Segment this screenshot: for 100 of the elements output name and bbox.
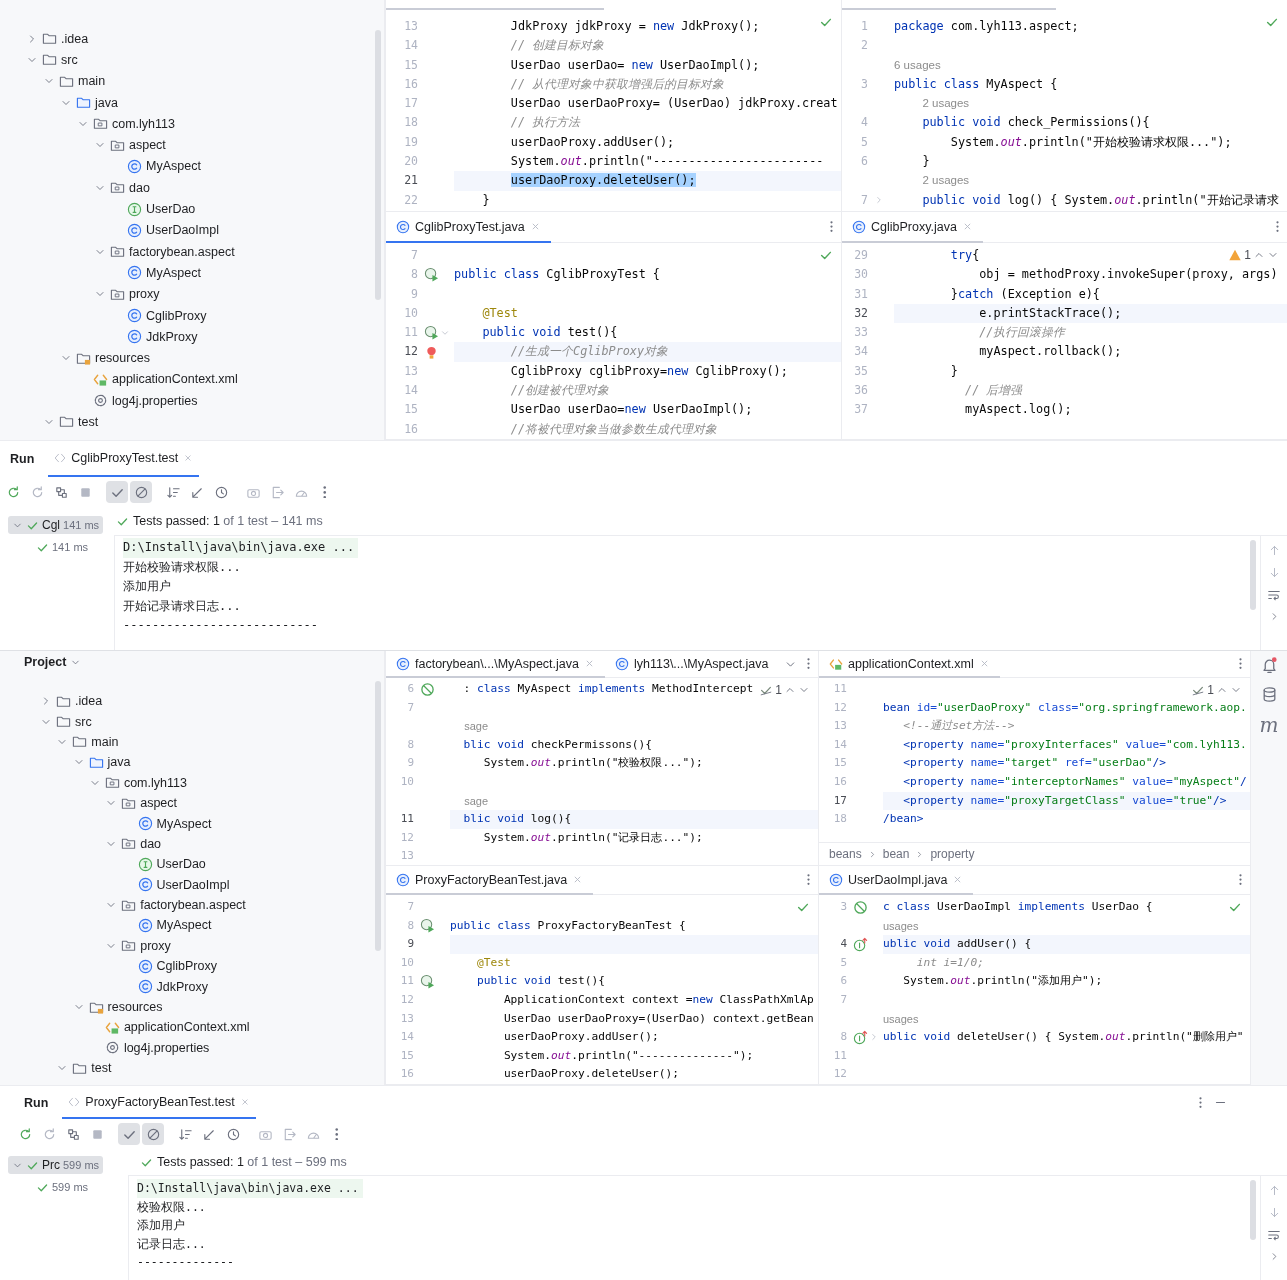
run-tab[interactable]: CglibProxyTest.test — [48, 441, 200, 477]
panel-title[interactable]: Run — [24, 1095, 49, 1110]
test-tree-item[interactable]: 599 ms — [32, 1178, 93, 1196]
tree-item[interactable]: dao — [105, 836, 162, 852]
tree-item[interactable]: UserDaoImpl — [121, 877, 230, 893]
tree-item[interactable]: main — [43, 73, 106, 89]
tool-window-button[interactable]: m — [1257, 713, 1281, 737]
tree-item[interactable]: src — [26, 52, 78, 68]
scrollbar[interactable] — [375, 681, 381, 951]
tree-item[interactable]: aspect — [94, 137, 166, 153]
tree-item[interactable]: factorybean.aspect — [94, 244, 235, 260]
tree-item[interactable]: java — [60, 95, 118, 111]
tree-item[interactable]: test — [56, 1060, 112, 1076]
usage-hint[interactable]: usages — [883, 916, 919, 936]
line-number: 15 — [403, 401, 419, 419]
problem-count[interactable]: 1 — [1207, 683, 1214, 697]
line-number: 7 — [406, 899, 415, 915]
line-number: 15 — [399, 1047, 415, 1064]
tree-item[interactable]: resources — [72, 999, 163, 1015]
usage-hint[interactable]: 6 usages — [894, 55, 941, 75]
line-number: 13 — [832, 718, 848, 735]
test-tree-item[interactable]: 141 ms — [32, 538, 93, 556]
breadcrumb-item[interactable]: bean — [882, 847, 910, 861]
line-number: 12 — [399, 991, 415, 1008]
tree-item[interactable]: UserDao — [111, 201, 196, 217]
tree-item[interactable]: test — [43, 414, 99, 430]
console-line: --------------------------- — [123, 617, 319, 634]
tree-item[interactable]: CglibProxy — [111, 308, 207, 323]
code-line: //将被代理对象当做参数生成代理对象 — [509, 420, 718, 438]
warning-icon — [1228, 248, 1243, 262]
tree-item[interactable]: java — [72, 754, 131, 770]
editor-tab[interactable]: lyh113\...\MyAspect.java — [604, 651, 779, 678]
tree-item[interactable]: UserDaoImpl — [111, 222, 219, 238]
code-line: public void test(){ — [475, 973, 605, 990]
console-line: 开始校验请求权限... — [123, 558, 241, 576]
usage-hint[interactable]: sage — [450, 717, 489, 736]
tree-item[interactable]: src — [40, 714, 92, 730]
tree-item[interactable]: applicationContext.xml — [77, 371, 238, 387]
scrollbar[interactable] — [1250, 1180, 1256, 1240]
breadcrumb-item[interactable]: property — [930, 847, 975, 861]
tree-item[interactable]: log4j.properties — [77, 393, 198, 409]
editor-tab[interactable]: applicationContext.xml — [819, 651, 1000, 678]
toolbar-button[interactable] — [106, 481, 128, 503]
code-line: c class UserDaoImpl implements UserDao { — [883, 899, 1153, 915]
code-line: //创建被代理对象 — [509, 382, 610, 400]
tree-item[interactable]: com.lyh113 — [77, 116, 175, 132]
tree-item[interactable]: main — [56, 734, 119, 750]
tree-item[interactable]: .idea — [40, 693, 103, 709]
tree-item[interactable]: proxy — [94, 286, 160, 302]
class-icon — [137, 877, 153, 893]
scrollbar[interactable] — [375, 30, 381, 300]
tree-item[interactable]: MyAspect — [121, 918, 212, 933]
usage-hint[interactable]: 2 usages — [894, 94, 970, 114]
tree-item[interactable]: MyAspect — [111, 265, 201, 281]
tree-item[interactable]: UserDao — [121, 856, 206, 872]
tree-item[interactable]: JdkProxy — [121, 979, 208, 995]
problem-count[interactable]: 1 — [1244, 248, 1251, 262]
line-number: 16 — [399, 1066, 415, 1083]
code-line: public void log() { System.out.println("开始记录请求 — [921, 191, 1279, 209]
tree-item[interactable]: MyAspect — [121, 816, 212, 832]
line-number: 29 — [853, 247, 869, 264]
run-gutter-icon — [424, 325, 439, 341]
toolbar-button[interactable] — [130, 481, 152, 503]
tree-item[interactable]: factorybean.aspect — [105, 897, 246, 913]
breadcrumb-item[interactable]: beans — [829, 847, 862, 861]
editor-tab[interactable]: factorybean\...\MyAspect.java — [386, 651, 605, 678]
line-number: 14 — [832, 736, 848, 753]
test-tree-item[interactable]: Cgl 141 ms — [8, 516, 104, 534]
tree-item[interactable]: JdkProxy — [111, 329, 198, 345]
editor-tab[interactable]: ProxyFactoryBeanTest.java — [386, 866, 594, 895]
run-tab[interactable]: ProxyFactoryBeanTest.test — [62, 1086, 256, 1119]
editor-tab[interactable]: UserDaoImpl.java — [819, 866, 974, 895]
test-tree-item[interactable]: Prc 599 ms — [8, 1156, 104, 1174]
scrollbar[interactable] — [1250, 540, 1256, 610]
editor-tab[interactable]: CglibProxyTest.java — [386, 212, 551, 243]
tree-item[interactable]: aspect — [105, 795, 178, 811]
tree-item[interactable]: applicationContext.xml — [88, 1019, 250, 1035]
tree-item[interactable]: resources — [60, 350, 150, 366]
tree-item[interactable]: MyAspect — [111, 158, 201, 174]
tree-item[interactable]: .idea — [26, 31, 89, 47]
line-number: 18 — [832, 811, 848, 828]
code-line: ublic void deleteUser() { System.out.println("删除用户" — [883, 1029, 1244, 1046]
tree-item[interactable]: log4j.properties — [88, 1040, 210, 1056]
panel-title[interactable]: Project — [24, 655, 67, 669]
line-number: 6 — [406, 681, 415, 697]
usage-hint[interactable]: 2 usages — [894, 171, 970, 191]
toolbar-button[interactable] — [118, 1123, 140, 1145]
usage-hint[interactable]: usages — [883, 1009, 919, 1029]
line-number: 11 — [832, 1047, 848, 1064]
editor-tab[interactable]: CglibProxy.java — [842, 212, 983, 243]
tree-item[interactable]: CglibProxy — [121, 958, 217, 974]
toolbar-button[interactable] — [142, 1123, 164, 1145]
tree-item[interactable]: dao — [94, 180, 150, 196]
class-icon — [396, 656, 410, 671]
line-number: 12 — [832, 699, 848, 716]
tree-item[interactable]: proxy — [105, 938, 171, 954]
problem-count[interactable]: 1 — [775, 683, 782, 697]
panel-title[interactable]: Run — [10, 452, 35, 466]
usage-hint[interactable]: sage — [450, 791, 489, 811]
tree-item[interactable]: com.lyh113 — [88, 775, 187, 791]
